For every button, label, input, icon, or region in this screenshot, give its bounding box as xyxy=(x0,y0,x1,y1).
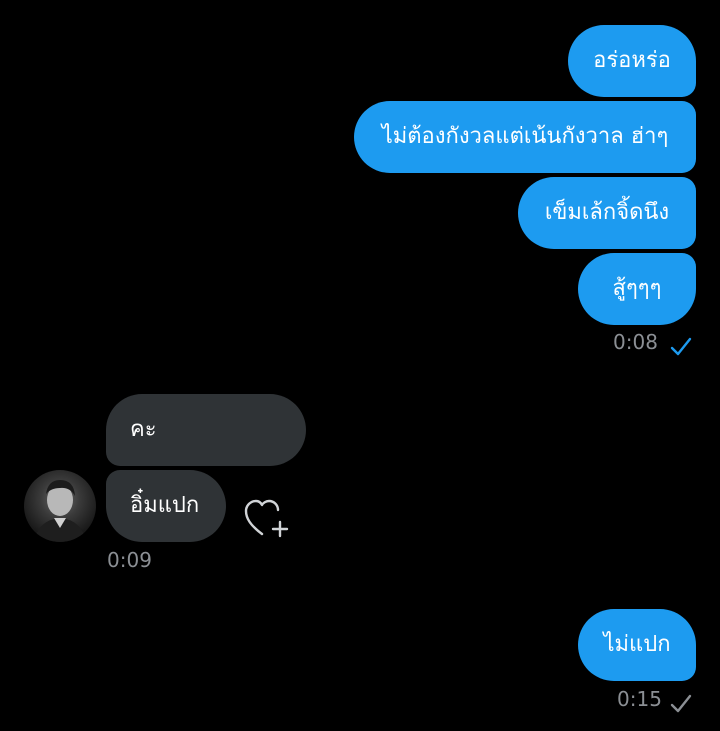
avatar[interactable] xyxy=(24,470,96,542)
outgoing-message-bubble[interactable]: อร่อหร่อ xyxy=(568,25,696,97)
incoming-message-bubble[interactable]: คะ xyxy=(106,394,306,466)
message-text: เข็มเล้กจิ้ดนึง xyxy=(544,200,670,225)
outgoing-message-bubble[interactable]: เข็มเล้กจิ้ดนึง xyxy=(518,177,696,249)
message-text: อิ๋มแปก xyxy=(130,493,200,518)
message-timestamp: 0:09 xyxy=(107,548,152,572)
sent-check-icon xyxy=(670,694,692,713)
outgoing-message-bubble[interactable]: ไม่ต้องกังวลแต่เน้นกังวาล ฮ่าๆ xyxy=(354,101,696,173)
outgoing-message-bubble[interactable]: ไม่แปก xyxy=(578,609,696,681)
message-text: ไม่แปก xyxy=(603,632,671,657)
read-check-icon xyxy=(670,337,692,356)
avatar-photo xyxy=(34,480,86,542)
message-text: อร่อหร่อ xyxy=(593,48,671,73)
outgoing-message-bubble[interactable]: สู้ๆๆๆ xyxy=(578,253,696,325)
message-text: คะ xyxy=(130,417,157,442)
add-reaction-heart-icon[interactable] xyxy=(244,496,290,540)
message-timestamp: 0:08 xyxy=(613,330,658,354)
message-text: ไม่ต้องกังวลแต่เน้นกังวาล ฮ่าๆ xyxy=(381,124,669,149)
message-timestamp: 0:15 xyxy=(617,687,662,711)
incoming-message-bubble[interactable]: อิ๋มแปก xyxy=(106,470,226,542)
message-text: สู้ๆๆๆ xyxy=(612,276,662,301)
